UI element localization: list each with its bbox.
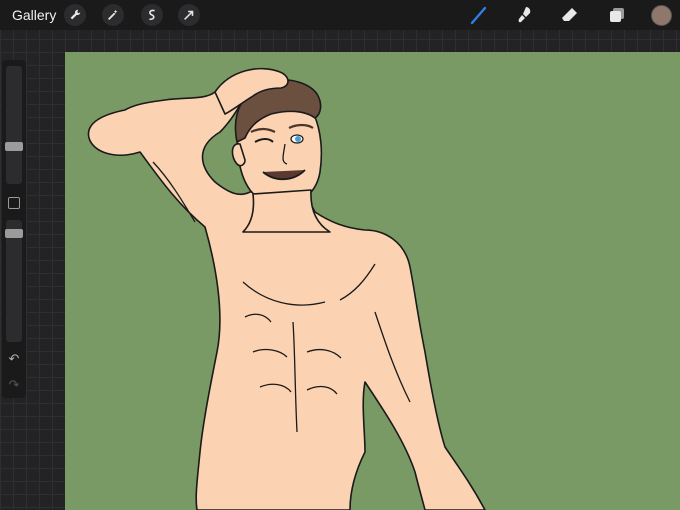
gallery-button[interactable]: Gallery <box>12 7 56 23</box>
eraser-icon[interactable] <box>559 4 581 26</box>
wrench-icon[interactable] <box>64 4 86 26</box>
smudge-icon[interactable] <box>514 4 536 26</box>
brush-size-thumb[interactable] <box>5 142 23 152</box>
color-picker-swatch[interactable] <box>651 5 672 26</box>
left-sidebar: ↶ ↷ <box>2 60 26 398</box>
undo-icon[interactable]: ↶ <box>7 352 21 366</box>
magic-wand-icon[interactable] <box>102 4 124 26</box>
top-toolbar: Gallery <box>0 0 680 30</box>
drawing-canvas[interactable] <box>65 52 680 510</box>
opacity-slider[interactable] <box>5 220 23 342</box>
opacity-thumb[interactable] <box>5 229 23 239</box>
layers-icon[interactable] <box>606 4 628 26</box>
brush-size-slider[interactable] <box>5 66 23 184</box>
redo-icon[interactable]: ↷ <box>7 378 21 392</box>
character-illustration <box>87 67 486 510</box>
transform-arrow-icon[interactable] <box>178 4 200 26</box>
modify-button[interactable] <box>8 197 20 209</box>
selection-icon[interactable] <box>141 4 163 26</box>
brush-icon[interactable] <box>468 4 490 26</box>
